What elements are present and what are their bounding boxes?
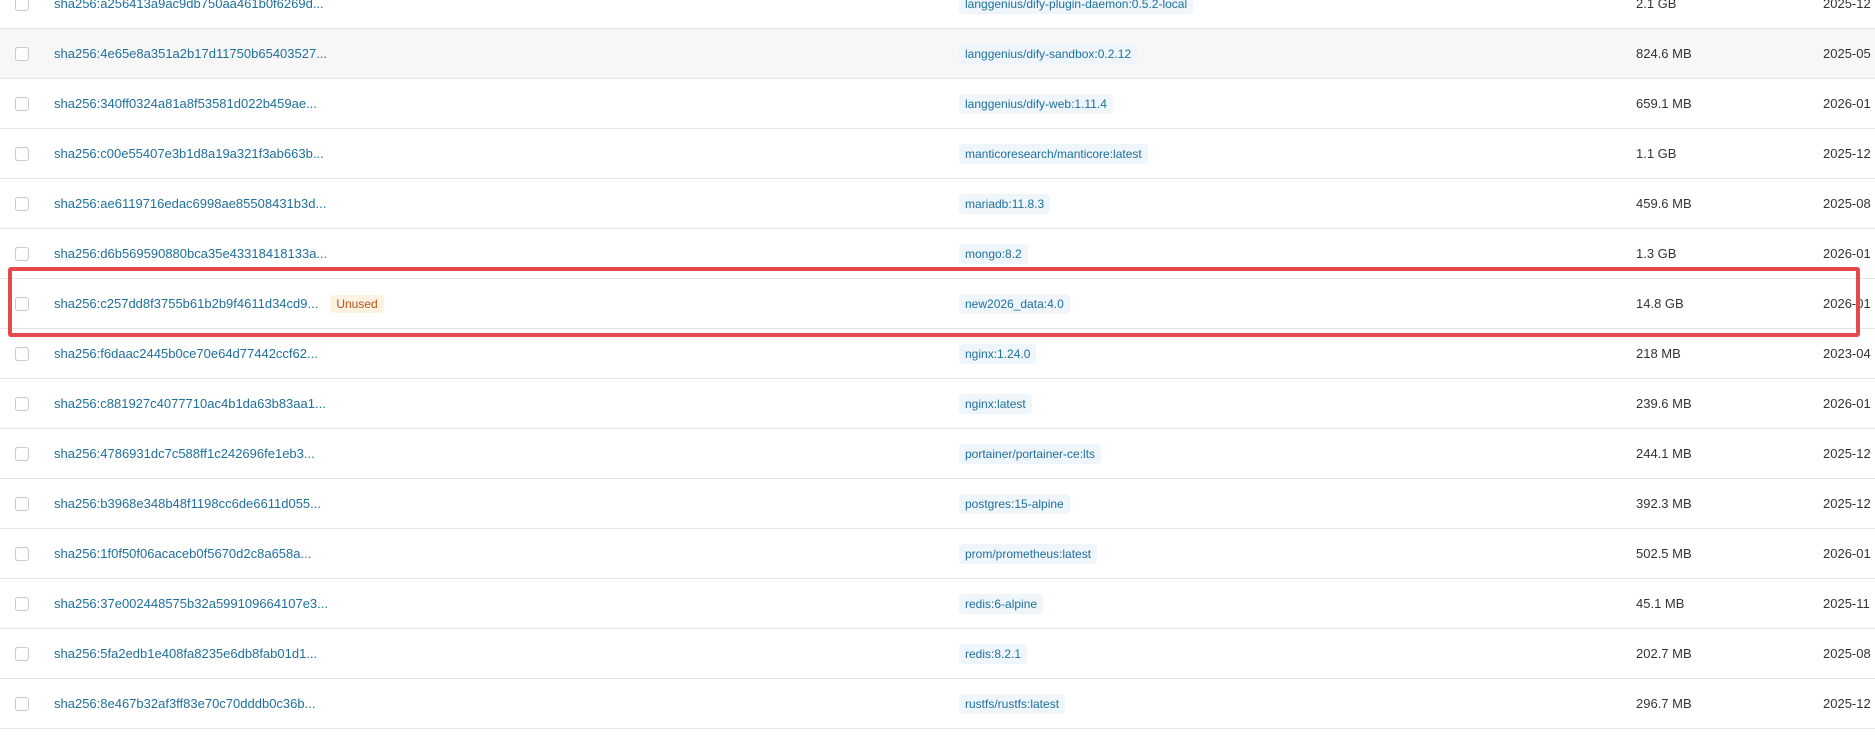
image-id-link[interactable]: sha256:c00e55407e3b1d8a19a321f3ab663b... [54, 146, 324, 161]
image-id-link[interactable]: sha256:a256413a9ac9db750aa461b0f6269d... [54, 0, 324, 11]
image-size: 202.7 MB [1636, 646, 1692, 661]
image-id-link[interactable]: sha256:37e002448575b32a599109664107e3... [54, 596, 328, 611]
image-created: 2026-01 [1823, 546, 1871, 561]
image-id-link[interactable]: sha256:4786931dc7c588ff1c242696fe1eb3... [54, 446, 315, 461]
table-row[interactable]: sha256:c00e55407e3b1d8a19a321f3ab663b...… [0, 129, 1875, 179]
row-checkbox[interactable] [15, 546, 29, 561]
image-created: 2025-12 [1823, 496, 1871, 511]
image-tag[interactable]: redis:6-alpine [959, 593, 1044, 614]
images-table-body: sha256:a256413a9ac9db750aa461b0f6269d...… [0, 0, 1875, 729]
image-size: 218 MB [1636, 346, 1681, 361]
row-checkbox[interactable] [15, 696, 29, 711]
image-size: 296.7 MB [1636, 696, 1692, 711]
image-size: 392.3 MB [1636, 496, 1692, 511]
row-checkbox[interactable] [15, 246, 29, 261]
row-checkbox[interactable] [15, 646, 29, 661]
image-tag[interactable]: rustfs/rustfs:latest [959, 693, 1066, 714]
table-row[interactable]: sha256:340ff0324a81a8f53581d022b459ae...… [0, 79, 1875, 129]
table-row[interactable]: sha256:8e467b32af3ff83e70c70dddb0c36b...… [0, 679, 1875, 729]
image-size: 1.1 GB [1636, 146, 1677, 161]
table-row[interactable]: sha256:37e002448575b32a599109664107e3...… [0, 579, 1875, 629]
image-created: 2025-08 [1823, 646, 1871, 661]
image-tag[interactable]: nginx:1.24.0 [959, 343, 1037, 364]
table-row[interactable]: sha256:4e65e8a351a2b17d11750b65403527...… [0, 29, 1875, 79]
image-size: 824.6 MB [1636, 46, 1692, 61]
image-id-link[interactable]: sha256:5fa2edb1e408fa8235e6db8fab01d1... [54, 646, 317, 661]
image-size: 244.1 MB [1636, 446, 1692, 461]
image-tag[interactable]: new2026_data:4.0 [959, 293, 1070, 314]
image-created: 2025-12 [1823, 146, 1871, 161]
row-checkbox[interactable] [15, 596, 29, 611]
table-row[interactable]: sha256:f6daac2445b0ce70e64d77442ccf62...… [0, 329, 1875, 379]
image-tag[interactable]: postgres:15-alpine [959, 493, 1070, 514]
table-row[interactable]: sha256:1f0f50f06acaceb0f5670d2c8a658a...… [0, 529, 1875, 579]
image-tag[interactable]: prom/prometheus:latest [959, 543, 1098, 564]
row-checkbox[interactable] [15, 0, 29, 11]
image-id-link[interactable]: sha256:8e467b32af3ff83e70c70dddb0c36b... [54, 696, 315, 711]
row-checkbox[interactable] [15, 346, 29, 361]
row-checkbox[interactable] [15, 446, 29, 461]
row-checkbox[interactable] [15, 196, 29, 211]
image-id-link[interactable]: sha256:ae6119716edac6998ae85508431b3d... [54, 196, 326, 211]
image-created: 2026-01 [1823, 246, 1871, 261]
images-table: sha256:a256413a9ac9db750aa461b0f6269d...… [0, 0, 1875, 750]
image-size: 659.1 MB [1636, 96, 1692, 111]
image-created: 2025-05 [1823, 46, 1871, 61]
image-created: 2026-01 [1823, 296, 1871, 311]
image-id-link[interactable]: sha256:d6b569590880bca35e43318418133a... [54, 246, 327, 261]
image-tag[interactable]: mongo:8.2 [959, 243, 1028, 264]
row-checkbox[interactable] [15, 146, 29, 161]
table-row[interactable]: sha256:a256413a9ac9db750aa461b0f6269d...… [0, 0, 1875, 29]
image-size: 45.1 MB [1636, 596, 1685, 611]
image-tag[interactable]: manticoresearch/manticore:latest [959, 143, 1148, 164]
image-size: 459.6 MB [1636, 196, 1692, 211]
table-row[interactable]: sha256:5fa2edb1e408fa8235e6db8fab01d1...… [0, 629, 1875, 679]
image-size: 239.6 MB [1636, 396, 1692, 411]
image-tag[interactable]: portainer/portainer-ce:lts [959, 443, 1102, 464]
table-row[interactable]: sha256:d6b569590880bca35e43318418133a...… [0, 229, 1875, 279]
table-row[interactable]: sha256:c881927c4077710ac4b1da63b83aa1...… [0, 379, 1875, 429]
image-tag[interactable]: mariadb:11.8.3 [959, 193, 1051, 214]
image-created: 2025-12 [1823, 446, 1871, 461]
image-created: 2026-01 [1823, 396, 1871, 411]
unused-badge: Unused [330, 294, 384, 313]
image-tag[interactable]: langgenius/dify-plugin-daemon:0.5.2-loca… [959, 0, 1194, 14]
image-size: 2.1 GB [1636, 0, 1677, 11]
image-id-link[interactable]: sha256:b3968e348b48f1198cc6de6611d055... [54, 496, 321, 511]
table-row-highlighted[interactable]: sha256:c257dd8f3755b61b2b9f4611d34cd9...… [0, 279, 1875, 329]
image-id-link[interactable]: sha256:c881927c4077710ac4b1da63b83aa1... [54, 396, 326, 411]
row-checkbox[interactable] [15, 296, 29, 311]
image-created: 2026-01 [1823, 96, 1871, 111]
image-size: 502.5 MB [1636, 546, 1692, 561]
image-tag[interactable]: redis:8.2.1 [959, 643, 1028, 664]
row-checkbox[interactable] [15, 96, 29, 111]
image-id-link[interactable]: sha256:340ff0324a81a8f53581d022b459ae... [54, 96, 317, 111]
image-id-link[interactable]: sha256:4e65e8a351a2b17d11750b65403527... [54, 46, 327, 61]
image-size: 1.3 GB [1636, 246, 1677, 261]
image-id-link[interactable]: sha256:c257dd8f3755b61b2b9f4611d34cd9... [54, 296, 318, 311]
image-tag[interactable]: langgenius/dify-sandbox:0.2.12 [959, 43, 1138, 64]
image-created: 2025-08 [1823, 196, 1871, 211]
image-id-link[interactable]: sha256:1f0f50f06acaceb0f5670d2c8a658a... [54, 546, 311, 561]
image-id-link[interactable]: sha256:f6daac2445b0ce70e64d77442ccf62... [54, 346, 318, 361]
image-created: 2025-11 [1823, 596, 1870, 611]
table-row[interactable]: sha256:ae6119716edac6998ae85508431b3d...… [0, 179, 1875, 229]
image-tag[interactable]: nginx:latest [959, 393, 1032, 414]
row-checkbox[interactable] [15, 396, 29, 411]
image-size: 14.8 GB [1636, 296, 1684, 311]
image-created: 2023-04 [1823, 346, 1871, 361]
image-created: 2025-12 [1823, 0, 1871, 11]
image-created: 2025-12 [1823, 696, 1871, 711]
table-row[interactable]: sha256:4786931dc7c588ff1c242696fe1eb3...… [0, 429, 1875, 479]
row-checkbox[interactable] [15, 496, 29, 511]
image-tag[interactable]: langgenius/dify-web:1.11.4 [959, 93, 1113, 114]
table-row[interactable]: sha256:b3968e348b48f1198cc6de6611d055...… [0, 479, 1875, 529]
row-checkbox[interactable] [15, 46, 29, 61]
